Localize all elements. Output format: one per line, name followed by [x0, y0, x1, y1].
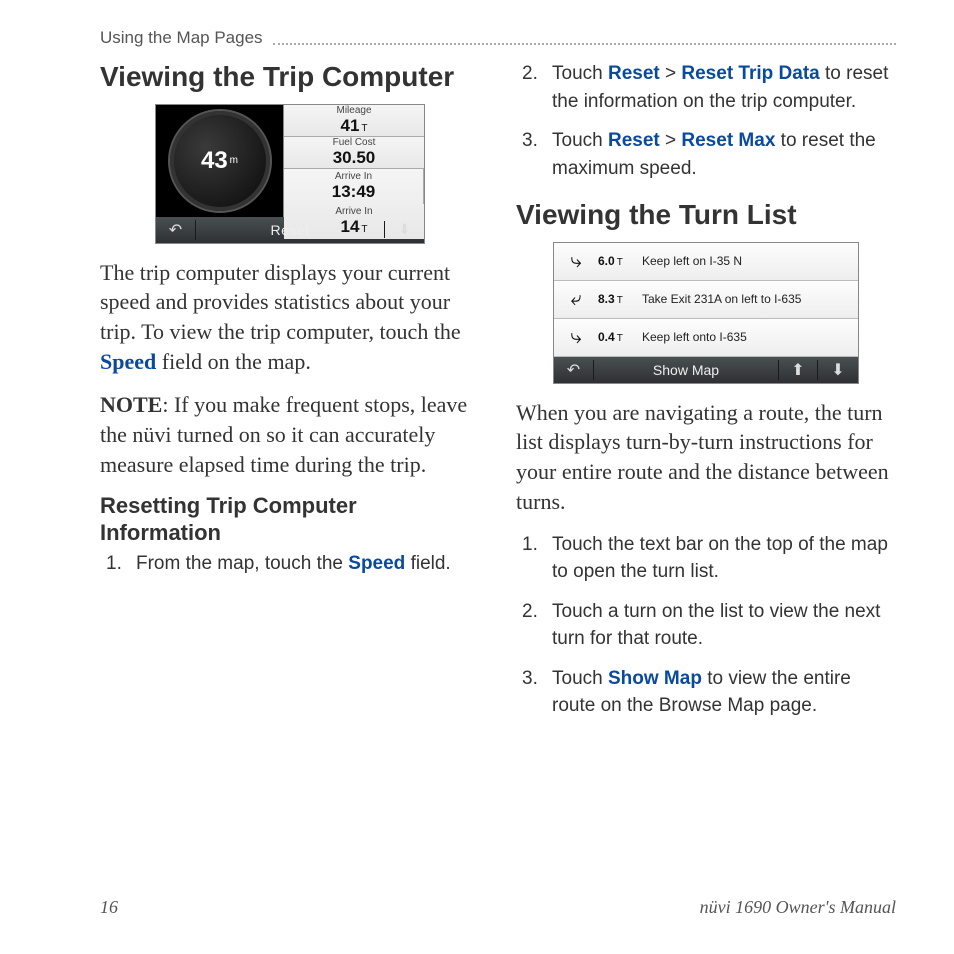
turn-text-3: Keep left onto I-635: [642, 330, 858, 344]
turn-text-2: Take Exit 231A on left to I-635: [642, 292, 858, 306]
page-header: Using the Map Pages: [100, 28, 896, 48]
page-number: 16: [100, 897, 118, 918]
mileage-label: Mileage: [284, 105, 424, 116]
turn-text-1: Keep left on I-35 N: [642, 254, 858, 268]
exit-left-icon: ⤶: [554, 288, 598, 311]
page-footer: 16 nüvi 1690 Owner's Manual: [100, 897, 896, 918]
down-arrow-icon[interactable]: ⬇: [384, 221, 424, 238]
back-icon-2[interactable]: ↶: [554, 360, 594, 380]
header-rule: [273, 43, 896, 45]
turn-step-2: Touch a turn on the list to view the nex…: [516, 598, 896, 653]
turn-row-2[interactable]: ⤶ 8.3T Take Exit 231A on left to I-635: [554, 281, 858, 319]
arrive-in-value-1: 13:49: [284, 182, 423, 202]
trip-note: NOTE: If you make frequent stops, leave …: [100, 390, 480, 479]
arrive-in-cell-1: Arrive In 13:49: [284, 169, 424, 204]
show-map-ref: Show Map: [608, 668, 702, 689]
mileage-unit: T: [361, 123, 367, 134]
speed-field-ref: Speed: [100, 349, 156, 374]
back-icon[interactable]: ↶: [156, 220, 196, 240]
down-arrow-icon-2[interactable]: ⬇: [818, 360, 858, 380]
speed-gauge: 43m: [156, 105, 284, 217]
speed-value: 43: [201, 147, 228, 175]
up-arrow-icon[interactable]: ⬆: [778, 360, 818, 380]
keep-left-icon: ⤷: [554, 250, 598, 273]
reset-step-3: Touch Reset > Reset Max to reset the max…: [516, 127, 896, 182]
mileage-cell: Mileage 41T: [284, 105, 424, 137]
arrive-in-label-1: Arrive In: [284, 171, 423, 182]
arrive-in-label-2: Arrive In: [284, 206, 424, 217]
heading-turn-list: Viewing the Turn List: [516, 198, 896, 232]
note-label: NOTE: [100, 392, 162, 417]
fuel-label: Fuel Cost: [284, 137, 424, 148]
left-column: Viewing the Trip Computer 43m Mileage 41…: [100, 60, 480, 732]
trip-computer-screenshot: 43m Mileage 41T Fuel Cost 30.50 Arrive I…: [155, 104, 425, 244]
mileage-value: 41: [340, 116, 359, 135]
speed-field-ref-2: Speed: [348, 553, 405, 574]
turn-row-3[interactable]: ⤷ 0.4T Keep left onto I-635: [554, 319, 858, 357]
breadcrumb: Using the Map Pages: [100, 28, 263, 48]
right-column: Touch Reset > Reset Trip Data to reset t…: [516, 60, 896, 732]
show-map-button[interactable]: Show Map: [594, 362, 778, 378]
reset-step-1: From the map, touch the Speed field.: [100, 550, 480, 578]
speed-unit: m: [230, 155, 238, 166]
reset-button[interactable]: Reset: [196, 222, 384, 238]
fuel-value: 30.50: [284, 148, 424, 168]
turn-list-description: When you are navigating a route, the tur…: [516, 398, 896, 517]
reset-steps-start: From the map, touch the Speed field.: [100, 550, 480, 578]
turn-list-screenshot: ⤷ 6.0T Keep left on I-35 N ⤶ 8.3T Take E…: [553, 242, 859, 384]
turn-list-steps: Touch the text bar on the top of the map…: [516, 531, 896, 720]
reset-steps-cont: Touch Reset > Reset Trip Data to reset t…: [516, 60, 896, 182]
turn-row-1[interactable]: ⤷ 6.0T Keep left on I-35 N: [554, 243, 858, 281]
heading-trip-computer: Viewing the Trip Computer: [100, 60, 480, 94]
turn-step-3: Touch Show Map to view the entire route …: [516, 665, 896, 720]
heading-reset-trip: Resetting Trip Computer Information: [100, 493, 480, 546]
reset-step-2: Touch Reset > Reset Trip Data to reset t…: [516, 60, 896, 115]
turn-step-1: Touch the text bar on the top of the map…: [516, 531, 896, 586]
manual-title: nüvi 1690 Owner's Manual: [700, 897, 896, 918]
trip-description: The trip computer displays your current …: [100, 258, 480, 377]
fuel-cell: Fuel Cost 30.50: [284, 137, 424, 169]
keep-left-icon-2: ⤷: [554, 326, 598, 349]
